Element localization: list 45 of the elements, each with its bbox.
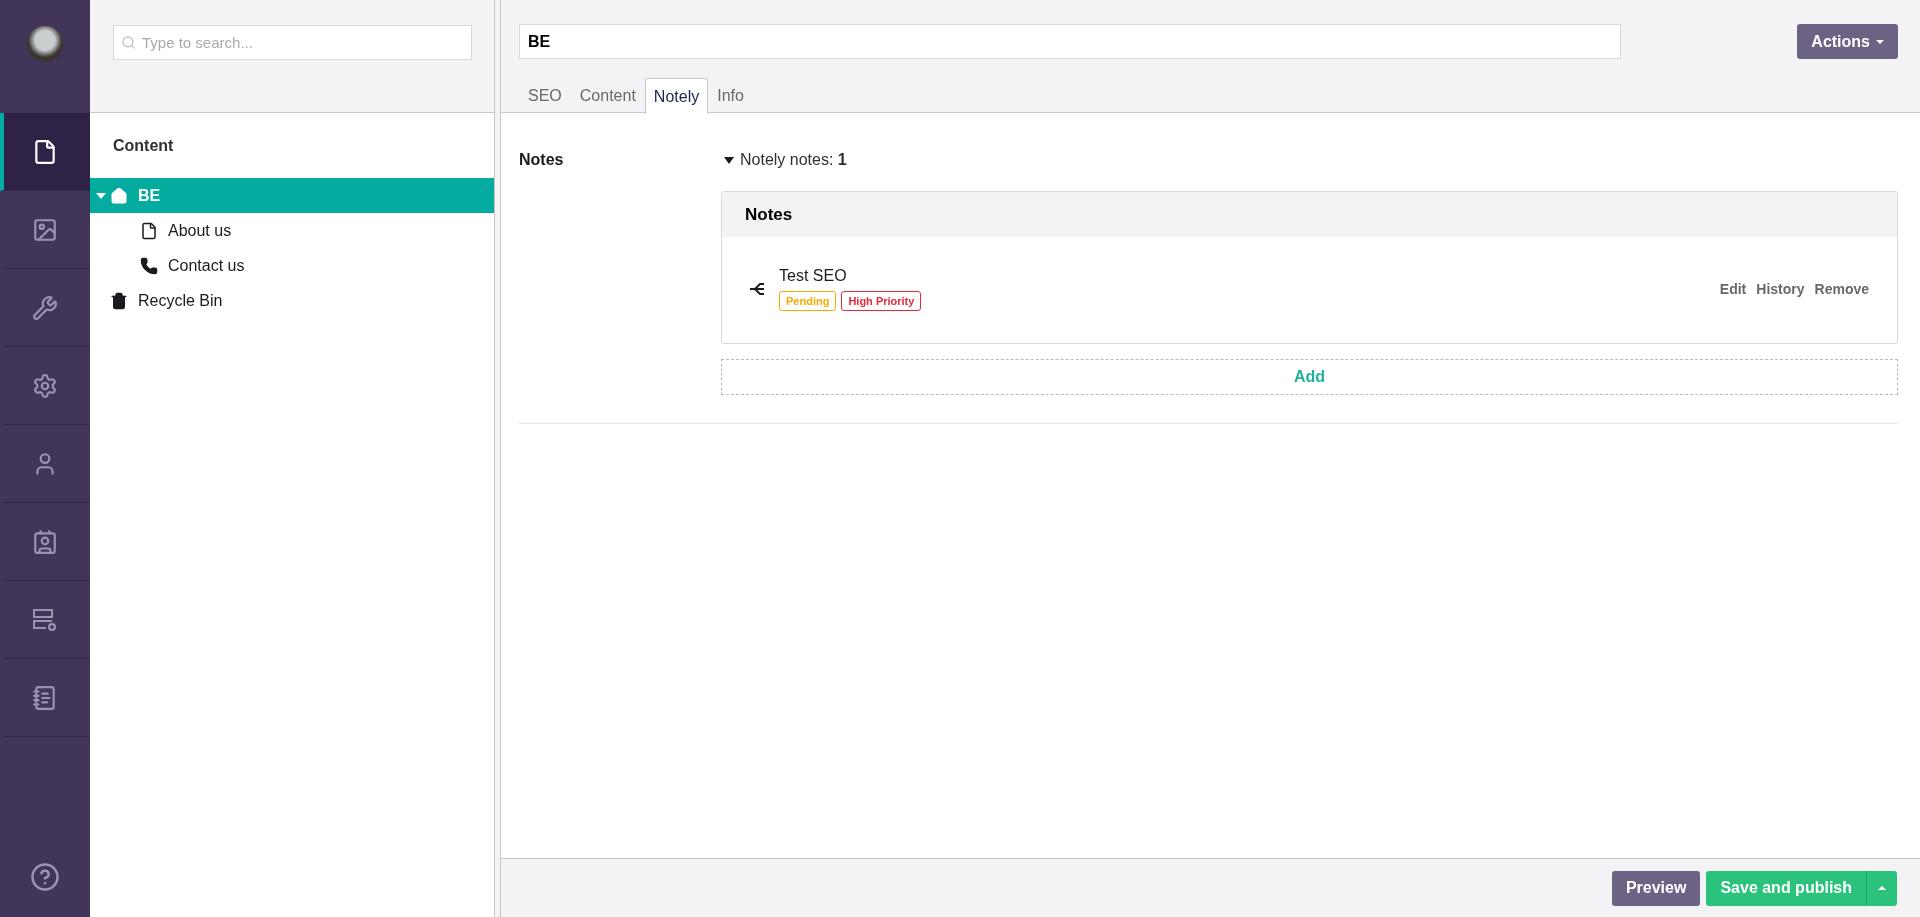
document-icon — [140, 221, 158, 240]
document-icon — [32, 138, 58, 165]
form-add-icon — [32, 606, 58, 633]
status-tag: Pending — [779, 291, 837, 311]
search-icon — [121, 35, 136, 50]
note-action-link[interactable]: Remove — [1814, 281, 1869, 297]
fork-icon — [749, 282, 765, 296]
tab[interactable]: SEO — [519, 78, 571, 113]
tree-item[interactable]: Recycle Bin — [90, 283, 494, 318]
tree-item-label: Recycle Bin — [138, 291, 223, 310]
tree-item-label: About us — [168, 221, 232, 240]
note-action-link[interactable]: History — [1756, 281, 1805, 297]
search-field[interactable]: Type to search... — [113, 25, 472, 60]
image-icon — [32, 216, 58, 243]
note-action-link[interactable]: Edit — [1719, 281, 1747, 297]
caret-icon — [1876, 39, 1884, 44]
phone-icon — [140, 256, 158, 275]
tree-item-label: BE — [138, 186, 161, 205]
caret-icon[interactable] — [724, 156, 734, 164]
card-header: Notes — [722, 192, 1897, 237]
notes-count: Notely notes: 1 — [740, 151, 847, 169]
preview-button[interactable]: Preview — [1611, 870, 1701, 906]
property-label: Notes — [519, 151, 565, 170]
tree-item[interactable]: BE — [90, 178, 494, 213]
tree-item-label: Contact us — [168, 256, 245, 275]
tree-item[interactable]: About us — [90, 213, 494, 248]
avatar[interactable] — [27, 26, 63, 62]
status-tag: High Priority — [841, 291, 922, 311]
note-title: Test SEO — [779, 267, 848, 285]
house-icon — [110, 186, 128, 205]
settings-icon — [32, 372, 58, 399]
tree-item[interactable]: Contact us — [90, 248, 494, 283]
wrench-icon — [32, 294, 58, 321]
name-field[interactable]: BE — [519, 24, 1621, 59]
tab[interactable]: Content — [570, 78, 645, 113]
notepad-icon — [32, 684, 58, 711]
more-options-button[interactable] — [1866, 870, 1897, 906]
actions-button[interactable]: Actions — [1797, 24, 1898, 59]
trash-icon — [110, 291, 128, 310]
tab[interactable]: Info — [708, 78, 753, 113]
id-card-icon — [32, 528, 58, 555]
tab[interactable]: Notely — [644, 78, 709, 114]
tree-heading: Content — [112, 136, 175, 156]
help-icon[interactable] — [30, 862, 60, 892]
section-button[interactable] — [0, 113, 90, 191]
